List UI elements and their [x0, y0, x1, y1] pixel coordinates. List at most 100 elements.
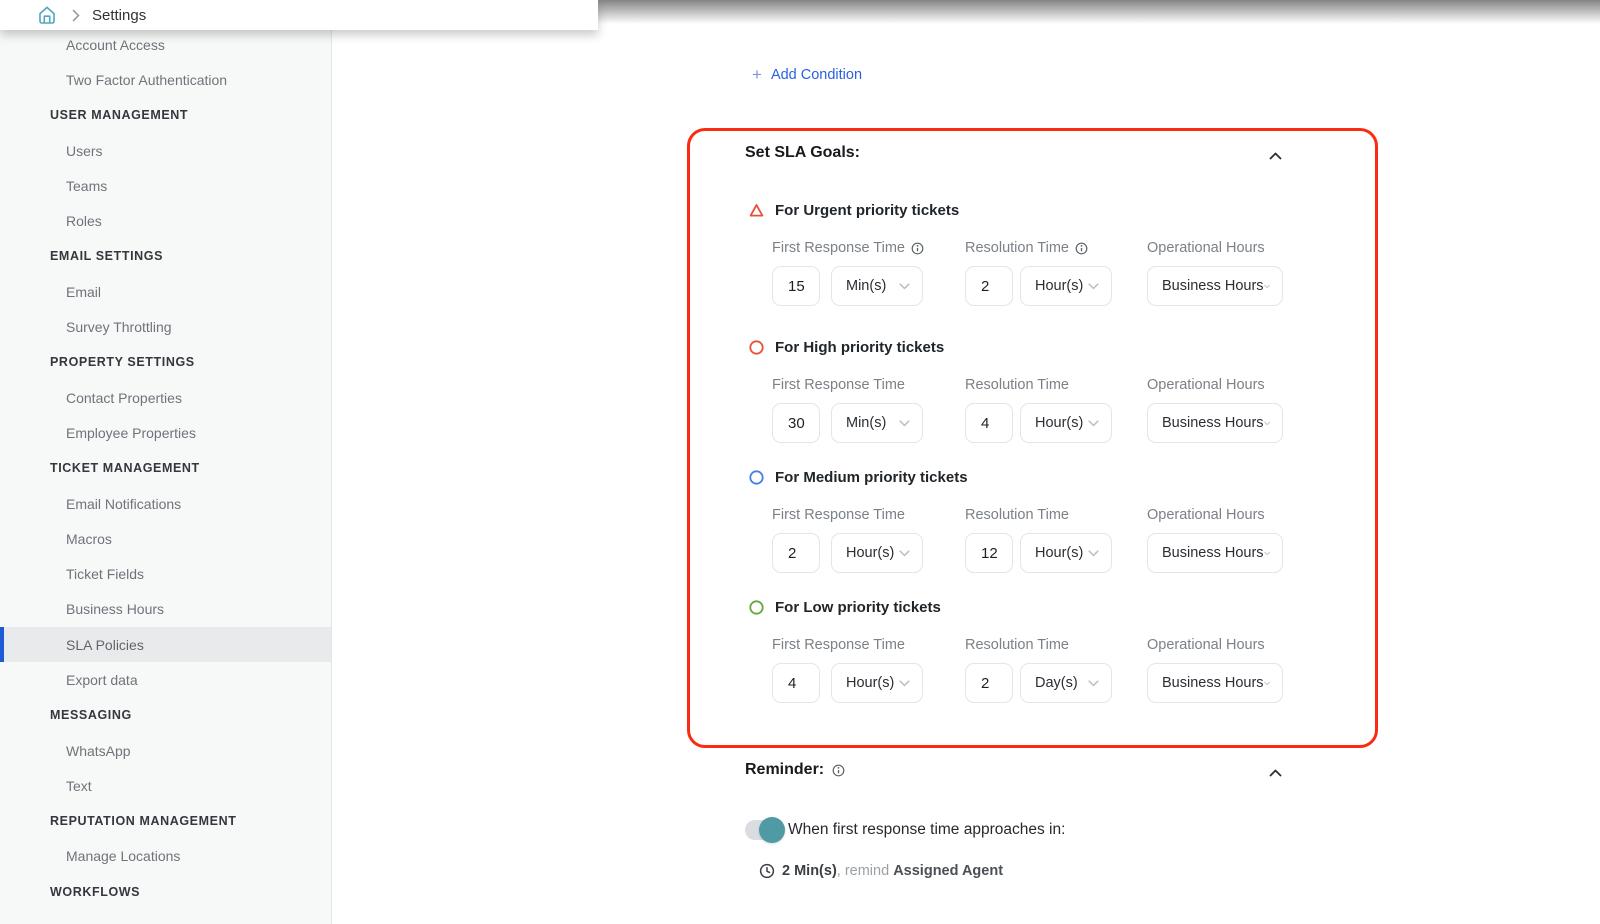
resolution-unit-select[interactable]: Day(s)	[1020, 663, 1112, 703]
sidebar-item-business-hours[interactable]: Business Hours	[0, 592, 331, 627]
resolution-value-box	[965, 403, 1013, 443]
resolution-value-input[interactable]	[966, 278, 1012, 295]
resolution-time-label: Resolution Time	[965, 507, 1069, 523]
sidebar-item-manage-locations[interactable]: Manage Locations	[0, 839, 331, 874]
resolution-value-box	[965, 266, 1013, 306]
sla-group-high-header: For High priority tickets	[749, 335, 1349, 359]
reminder-collapse-button[interactable]	[1264, 764, 1286, 782]
home-icon[interactable]	[36, 4, 58, 26]
resolution-time-label: Resolution Time	[965, 377, 1069, 393]
sidebar-item-macros[interactable]: Macros	[0, 521, 331, 556]
first-response-value-input[interactable]	[773, 675, 819, 692]
sidebar-item-text[interactable]: Text	[0, 768, 331, 803]
sla-group-title: For Medium priority tickets	[775, 469, 968, 486]
chevron-down-icon	[899, 680, 910, 687]
urgent-triangle-icon	[749, 203, 764, 218]
resolution-unit-select[interactable]: Hour(s)	[1020, 533, 1112, 573]
first-response-value-input[interactable]	[773, 278, 819, 295]
sidebar-item-account-access[interactable]: Account Access	[0, 27, 331, 62]
sla-goals-collapse-button[interactable]	[1264, 147, 1286, 165]
plus-icon: +	[752, 68, 762, 82]
sidebar-section-property-settings: PROPERTY SETTINGS	[0, 345, 331, 380]
reminder-middle-text: , remind	[837, 863, 893, 879]
resolution-value-input[interactable]	[966, 415, 1012, 432]
first-response-time-label: First Response Time	[772, 240, 924, 256]
reminder-toggle-label: When first response time approaches in:	[788, 821, 1065, 839]
chevron-up-icon	[1269, 152, 1282, 160]
resolution-value-input[interactable]	[966, 675, 1012, 692]
sidebar-item-email[interactable]: Email	[0, 274, 331, 309]
chevron-up-icon	[1269, 769, 1282, 777]
chevron-down-icon	[899, 283, 910, 290]
sla-group-high: For High priority tickets First Response…	[749, 335, 1349, 455]
breadcrumb-current-page: Settings	[92, 7, 146, 24]
chevron-down-icon	[899, 420, 910, 427]
breadcrumb-chevron-icon	[72, 9, 80, 22]
sidebar-item-sla-policies[interactable]: SLA Policies	[0, 627, 331, 662]
selected-operational-hours: Business Hours	[1162, 675, 1264, 691]
operational-hours-label: Operational Hours	[1147, 240, 1265, 256]
label-text: First Response Time	[772, 240, 905, 256]
selected-operational-hours: Business Hours	[1162, 415, 1264, 431]
operational-hours-select[interactable]: Business Hours	[1147, 266, 1283, 306]
add-condition-button[interactable]: + Add Condition	[752, 67, 862, 83]
first-response-time-label: First Response Time	[772, 637, 905, 653]
sla-group-low: For Low priority tickets First Response …	[749, 595, 1349, 715]
sidebar-section-reputation-management: REPUTATION MANAGEMENT	[0, 804, 331, 839]
sidebar-item-ticket-fields[interactable]: Ticket Fields	[0, 556, 331, 591]
first-response-value-input[interactable]	[773, 415, 819, 432]
breadcrumb-bar: Settings	[0, 0, 598, 30]
operational-hours-select[interactable]: Business Hours	[1147, 533, 1283, 573]
chevron-down-icon	[1264, 550, 1270, 557]
chevron-down-icon	[1088, 550, 1099, 557]
sla-group-urgent-header: For Urgent priority tickets	[749, 198, 1349, 222]
first-response-value-input[interactable]	[773, 545, 819, 562]
sidebar-section-email-settings: EMAIL SETTINGS	[0, 239, 331, 274]
first-response-unit-select[interactable]: Min(s)	[831, 266, 923, 306]
selected-unit: Min(s)	[846, 415, 886, 431]
resolution-time-label: Resolution Time	[965, 637, 1069, 653]
sidebar-section-user-management: USER MANAGEMENT	[0, 98, 331, 133]
sla-goals-title: Set SLA Goals:	[745, 144, 860, 162]
sidebar-item-users[interactable]: Users	[0, 133, 331, 168]
selected-operational-hours: Business Hours	[1162, 278, 1264, 294]
sidebar-item-email-notifications[interactable]: Email Notifications	[0, 486, 331, 521]
resolution-unit-select[interactable]: Hour(s)	[1020, 403, 1112, 443]
resolution-value-box	[965, 533, 1013, 573]
sla-group-title: For Urgent priority tickets	[775, 202, 959, 219]
operational-hours-select[interactable]: Business Hours	[1147, 663, 1283, 703]
sidebar-item-teams[interactable]: Teams	[0, 168, 331, 203]
sidebar-item-employee-properties[interactable]: Employee Properties	[0, 415, 331, 450]
operational-hours-select[interactable]: Business Hours	[1147, 403, 1283, 443]
clock-icon	[759, 863, 775, 879]
sidebar-item-roles[interactable]: Roles	[0, 203, 331, 238]
selected-unit: Hour(s)	[1035, 545, 1083, 561]
first-response-unit-select[interactable]: Min(s)	[831, 403, 923, 443]
sla-group-medium-header: For Medium priority tickets	[749, 465, 1349, 489]
sidebar-item-whatsapp[interactable]: WhatsApp	[0, 733, 331, 768]
sidebar-section-messaging: MESSAGING	[0, 698, 331, 733]
info-icon[interactable]	[1075, 242, 1088, 255]
chevron-down-icon	[1088, 680, 1099, 687]
selected-unit: Hour(s)	[1035, 278, 1083, 294]
sidebar-item-survey-throttling[interactable]: Survey Throttling	[0, 309, 331, 344]
selected-unit: Hour(s)	[846, 675, 894, 691]
first-response-unit-select[interactable]: Hour(s)	[831, 533, 923, 573]
resolution-unit-select[interactable]: Hour(s)	[1020, 266, 1112, 306]
operational-hours-label: Operational Hours	[1147, 377, 1265, 393]
first-response-reminder-toggle[interactable]	[745, 820, 783, 840]
chevron-down-icon	[1088, 283, 1099, 290]
selected-unit: Hour(s)	[1035, 415, 1083, 431]
sidebar-item-export-data[interactable]: Export data	[0, 662, 331, 697]
first-response-value-box	[772, 266, 820, 306]
info-icon[interactable]	[832, 764, 845, 777]
first-response-time-label: First Response Time	[772, 377, 905, 393]
info-icon[interactable]	[911, 242, 924, 255]
sla-group-title: For High priority tickets	[775, 339, 944, 356]
first-response-unit-select[interactable]: Hour(s)	[831, 663, 923, 703]
sidebar-item-contact-properties[interactable]: Contact Properties	[0, 380, 331, 415]
selected-operational-hours: Business Hours	[1162, 545, 1264, 561]
sidebar-item-two-factor-authentication[interactable]: Two Factor Authentication	[0, 62, 331, 97]
resolution-value-input[interactable]	[966, 545, 1012, 562]
sidebar-nav-list: Account AccessTwo Factor AuthenticationU…	[0, 27, 331, 909]
